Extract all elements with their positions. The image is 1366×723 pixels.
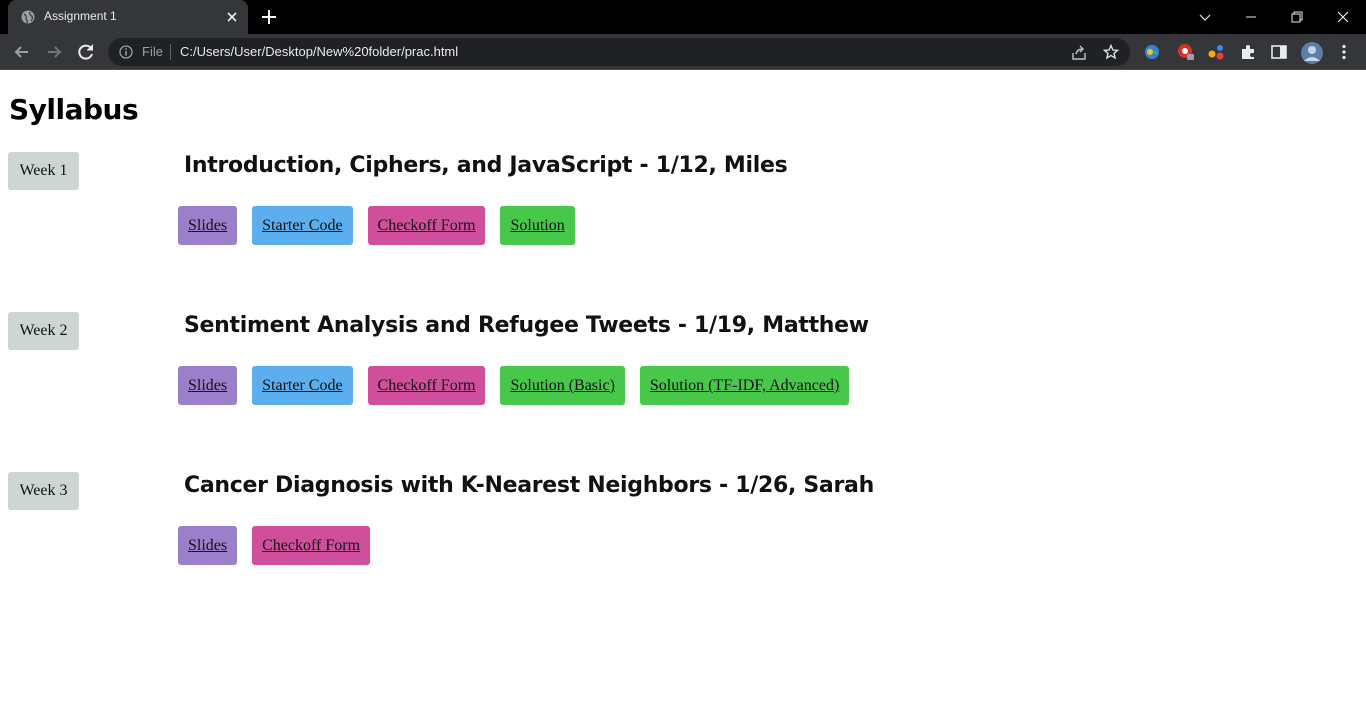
kebab-menu-icon[interactable]: [1335, 43, 1353, 61]
back-arrow-icon[interactable]: [12, 42, 32, 62]
minimize-button[interactable]: [1228, 0, 1274, 34]
tab-title: Assignment 1: [44, 9, 117, 23]
close-icon: [1337, 11, 1349, 23]
chevron-down-icon: [1199, 14, 1211, 21]
address-bar[interactable]: File C:/Users/User/Desktop/New%20folder/…: [108, 38, 1130, 66]
side-panel-icon[interactable]: [1270, 43, 1288, 61]
week-badge: Week 2: [8, 312, 79, 350]
week-link-row: Slides Checkoff Form: [178, 526, 371, 565]
avatar[interactable]: [1300, 41, 1324, 65]
reload-icon[interactable]: [76, 42, 96, 62]
forward-arrow-icon[interactable]: [44, 42, 64, 62]
solution-basic-link[interactable]: Solution (Basic): [500, 366, 625, 405]
tab-strip: Assignment 1: [0, 0, 1366, 34]
scheme-label: File: [142, 44, 163, 59]
week-link-row: Slides Starter Code Checkoff Form Soluti…: [178, 366, 850, 405]
info-icon[interactable]: [119, 45, 133, 59]
plus-icon[interactable]: [261, 9, 277, 25]
slides-link[interactable]: Slides: [178, 526, 238, 565]
minimize-icon: [1246, 16, 1256, 18]
slides-link[interactable]: Slides: [178, 366, 238, 405]
checkoff-form-link[interactable]: Checkoff Form: [367, 366, 486, 405]
extension-globe-icon[interactable]: [1143, 43, 1161, 61]
share-icon[interactable]: [1071, 45, 1087, 61]
page-title: Syllabus: [9, 93, 139, 126]
starter-code-link[interactable]: Starter Code: [252, 206, 353, 245]
restore-icon: [1291, 11, 1303, 23]
extension-record-icon[interactable]: [1177, 43, 1195, 61]
restore-button[interactable]: [1274, 0, 1320, 34]
week-title: Sentiment Analysis and Refugee Tweets - …: [184, 313, 869, 338]
globe-icon: [21, 10, 35, 24]
solution-link[interactable]: Solution: [500, 206, 575, 245]
starter-code-link[interactable]: Starter Code: [252, 366, 353, 405]
week-badge: Week 3: [8, 472, 79, 510]
slides-link[interactable]: Slides: [178, 206, 238, 245]
browser-toolbar: File C:/Users/User/Desktop/New%20folder/…: [0, 34, 1366, 70]
omnibox-divider: [170, 44, 171, 60]
week-title: Introduction, Ciphers, and JavaScript - …: [184, 153, 788, 178]
week-title: Cancer Diagnosis with K-Nearest Neighbor…: [184, 473, 874, 498]
solution-advanced-link[interactable]: Solution (TF-IDF, Advanced): [639, 366, 850, 405]
tab-search-button[interactable]: [1182, 0, 1228, 34]
week-badge: Week 1: [8, 152, 79, 190]
close-window-button[interactable]: [1320, 0, 1366, 34]
checkoff-form-link[interactable]: Checkoff Form: [252, 526, 371, 565]
checkoff-form-link[interactable]: Checkoff Form: [367, 206, 486, 245]
extension-dots-icon[interactable]: [1207, 43, 1225, 61]
url-text[interactable]: C:/Users/User/Desktop/New%20folder/prac.…: [180, 44, 458, 59]
week-link-row: Slides Starter Code Checkoff Form Soluti…: [178, 206, 575, 245]
star-icon[interactable]: [1103, 44, 1119, 60]
browser-tab[interactable]: Assignment 1: [8, 0, 248, 34]
close-icon[interactable]: [225, 10, 239, 24]
extension-puzzle-icon[interactable]: [1239, 43, 1257, 61]
